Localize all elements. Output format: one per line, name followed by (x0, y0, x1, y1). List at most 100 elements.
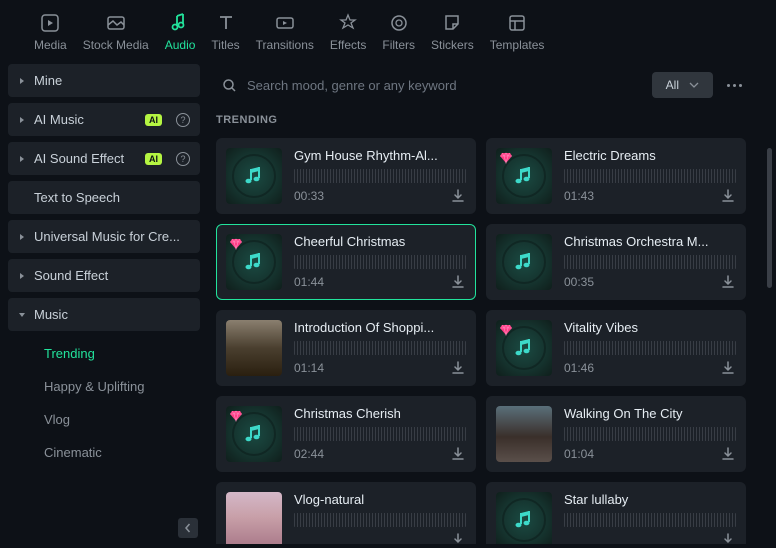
sidebar-item-ai-sound-effect[interactable]: AI Sound EffectAI? (8, 142, 200, 175)
track-title: Christmas Orchestra M... (564, 234, 736, 249)
caret-right-icon (18, 116, 26, 124)
download-icon (720, 532, 736, 544)
search-input[interactable] (247, 78, 636, 93)
nav-effects[interactable]: Effects (326, 12, 370, 52)
download-button[interactable] (720, 188, 736, 204)
more-options-button[interactable] (723, 84, 746, 87)
download-button[interactable] (720, 446, 736, 462)
nav-stock-media[interactable]: Stock Media (79, 12, 153, 52)
track-item[interactable]: Christmas Orchestra M... 00:35 (486, 224, 746, 300)
track-item[interactable]: Vlog-natural (216, 482, 476, 544)
sidebar-item-label: Music (34, 307, 190, 322)
download-button[interactable] (720, 360, 736, 376)
nav-templates[interactable]: Templates (486, 12, 549, 52)
help-icon[interactable]: ? (176, 113, 190, 127)
sidebar-item-mine[interactable]: Mine (8, 64, 200, 97)
track-info: Gym House Rhythm-Al... 00:33 (294, 148, 466, 204)
track-title: Cheerful Christmas (294, 234, 466, 249)
sidebar-subitem-trending[interactable]: Trending (8, 337, 200, 370)
download-button[interactable] (450, 446, 466, 462)
music-note-icon (242, 250, 266, 274)
sidebar-subitem-cinematic[interactable]: Cinematic (8, 436, 200, 469)
track-duration: 01:14 (294, 361, 324, 375)
download-button[interactable] (450, 274, 466, 290)
waveform (564, 341, 736, 355)
sidebar-item-sound-effect[interactable]: Sound Effect (8, 259, 200, 292)
track-item[interactable]: Cheerful Christmas 01:44 (216, 224, 476, 300)
track-duration: 01:04 (564, 447, 594, 461)
waveform (294, 513, 466, 527)
nav-stickers[interactable]: Stickers (427, 12, 478, 52)
stock-icon (105, 12, 127, 34)
sidebar-item-text-to-speech[interactable]: Text to Speech (8, 181, 200, 214)
track-item[interactable]: Gym House Rhythm-Al... 00:33 (216, 138, 476, 214)
nav-titles[interactable]: Titles (207, 12, 243, 52)
collapse-sidebar-button[interactable] (178, 518, 198, 538)
track-info: Introduction Of Shoppi... 01:14 (294, 320, 466, 376)
sidebar-item-label: Mine (34, 73, 190, 88)
nav-media[interactable]: Media (30, 12, 71, 52)
scrollbar[interactable] (767, 148, 772, 288)
nav-label: Audio (165, 38, 196, 52)
nav-audio[interactable]: Audio (161, 12, 200, 52)
download-button[interactable] (720, 274, 736, 290)
sidebar-item-music[interactable]: Music (8, 298, 200, 331)
nav-label: Stock Media (83, 38, 149, 52)
sidebar-subitem-vlog[interactable]: Vlog (8, 403, 200, 436)
track-thumbnail (226, 148, 282, 204)
sidebar-item-label: Universal Music for Cre... (34, 229, 190, 244)
section-title: TRENDING (216, 114, 746, 126)
download-button[interactable] (450, 532, 466, 544)
nav-label: Templates (490, 38, 545, 52)
track-thumbnail (226, 234, 282, 290)
filter-all-dropdown[interactable]: All (652, 72, 713, 98)
nav-label: Titles (211, 38, 239, 52)
caret-down-icon (18, 311, 26, 319)
chevron-down-icon (689, 82, 699, 88)
help-icon[interactable]: ? (176, 152, 190, 166)
download-icon (450, 446, 466, 462)
track-item[interactable]: Electric Dreams 01:43 (486, 138, 746, 214)
nav-label: Filters (382, 38, 415, 52)
premium-diamond-icon (229, 409, 243, 423)
content: All TRENDING Gym House Rhythm-Al... 00:3… (208, 58, 776, 544)
sidebar-subitem-happy-uplifting[interactable]: Happy & Uplifting (8, 370, 200, 403)
track-item[interactable]: Star lullaby (486, 482, 746, 544)
track-thumbnail (496, 320, 552, 376)
track-item[interactable]: Vitality Vibes 01:46 (486, 310, 746, 386)
media-icon (39, 12, 61, 34)
templates-icon (506, 12, 528, 34)
track-item[interactable]: Introduction Of Shoppi... 01:14 (216, 310, 476, 386)
nav-transitions[interactable]: Transitions (252, 12, 318, 52)
waveform (564, 427, 736, 441)
ai-badge: AI (145, 114, 162, 126)
nav-label: Transitions (256, 38, 314, 52)
track-thumbnail (496, 234, 552, 290)
download-icon (720, 446, 736, 462)
track-title: Vitality Vibes (564, 320, 736, 335)
sidebar-item-label: Text to Speech (34, 190, 190, 205)
download-button[interactable] (450, 188, 466, 204)
track-info: Vlog-natural (294, 492, 466, 544)
effects-icon (337, 12, 359, 34)
titles-icon (215, 12, 237, 34)
download-icon (720, 188, 736, 204)
track-item[interactable]: Walking On The City 01:04 (486, 396, 746, 472)
track-title: Star lullaby (564, 492, 736, 507)
music-note-icon (512, 164, 536, 188)
filter-all-label: All (666, 78, 679, 92)
download-button[interactable] (720, 532, 736, 544)
sidebar-item-ai-music[interactable]: AI MusicAI? (8, 103, 200, 136)
filters-icon (388, 12, 410, 34)
top-nav: Media Stock Media Audio Titles Transitions Ef… (0, 0, 776, 58)
track-item[interactable]: Christmas Cherish 02:44 (216, 396, 476, 472)
track-info: Christmas Cherish 02:44 (294, 406, 466, 462)
download-button[interactable] (450, 360, 466, 376)
sidebar-item-universal-music-for-cre-[interactable]: Universal Music for Cre... (8, 220, 200, 253)
download-icon (450, 188, 466, 204)
track-thumbnail (496, 148, 552, 204)
waveform (564, 513, 736, 527)
ai-badge: AI (145, 153, 162, 165)
download-icon (720, 274, 736, 290)
nav-filters[interactable]: Filters (378, 12, 419, 52)
